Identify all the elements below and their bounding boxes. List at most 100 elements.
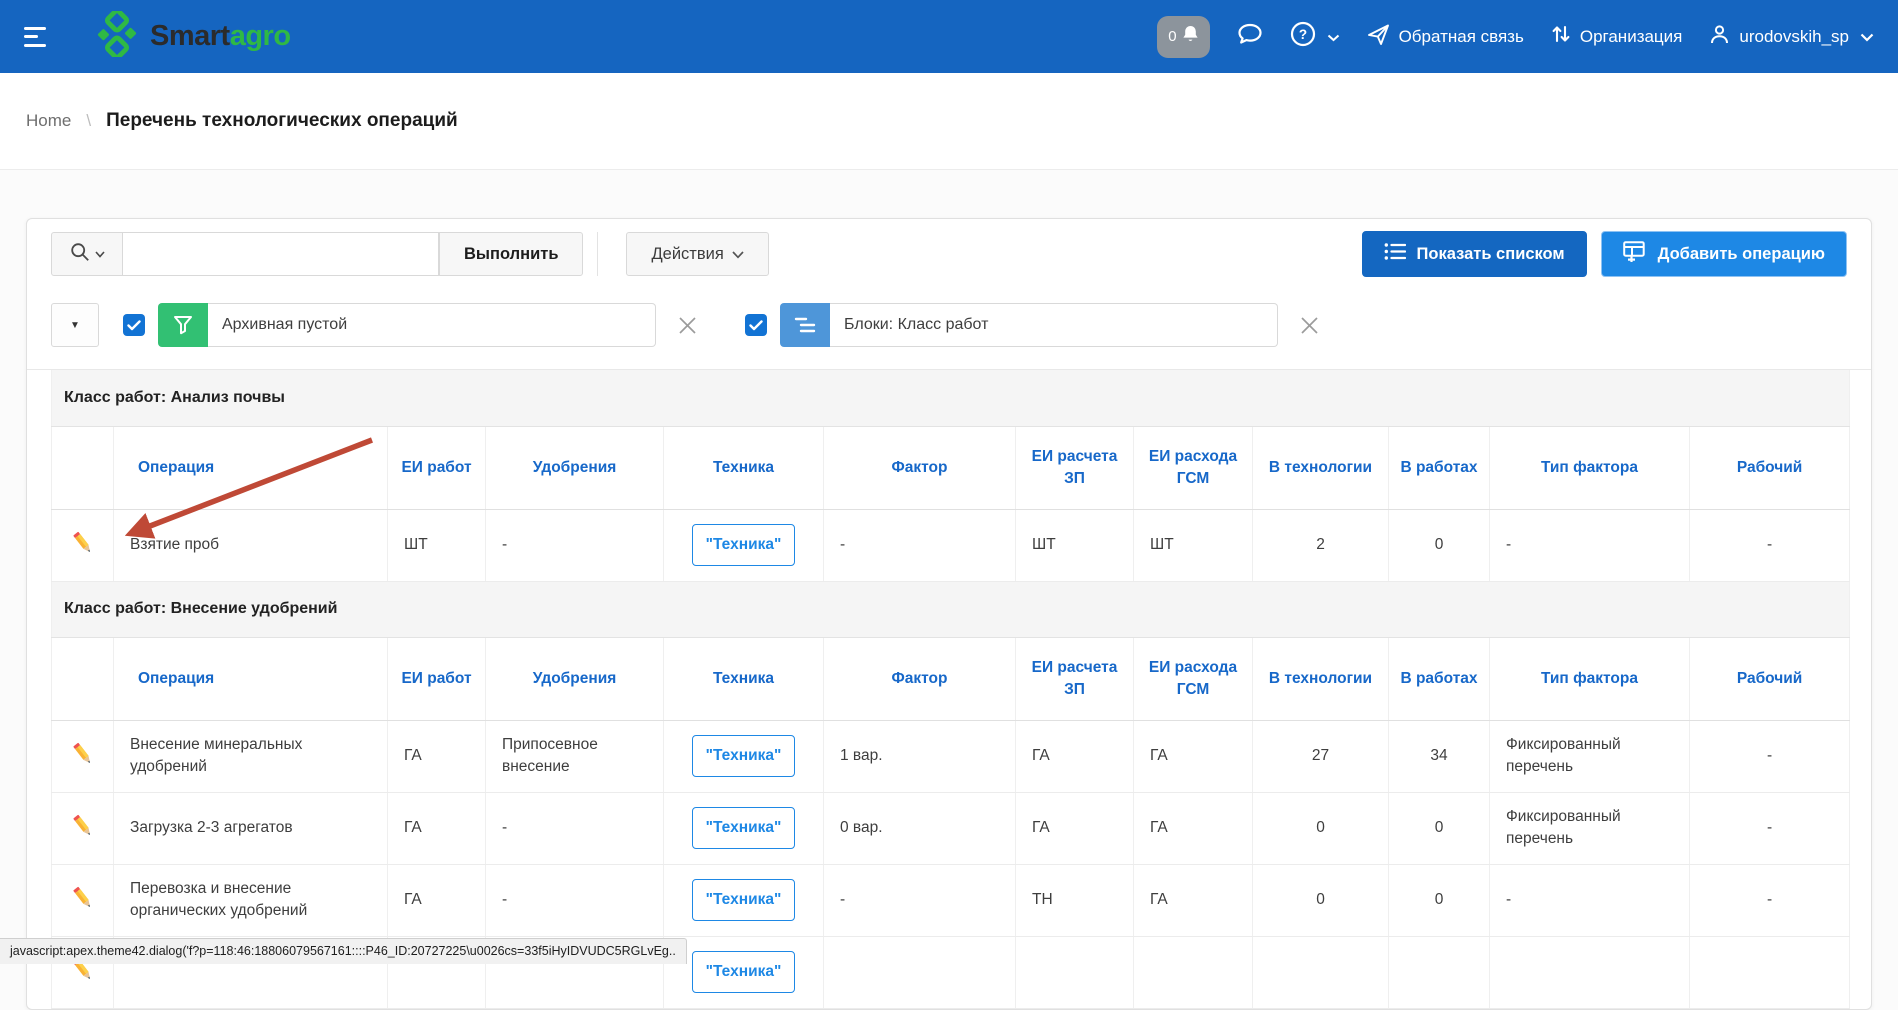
group-title: Класс работ: Анализ почвы	[52, 370, 1850, 426]
user-menu[interactable]: urodovskih_sp	[1709, 24, 1874, 50]
organization-label: Организация	[1580, 27, 1683, 47]
column-header[interactable]: Удобрения	[486, 637, 664, 720]
svg-text:?: ?	[1298, 27, 1306, 42]
paper-plane-icon	[1367, 23, 1390, 51]
toolbar: Выполнить Действия Показать списком Доба…	[51, 231, 1847, 277]
breadcrumb-home[interactable]: Home	[26, 111, 71, 131]
cell: ГА	[1134, 792, 1253, 864]
group-title: Класс работ: Внесение удобрений	[52, 581, 1850, 637]
show-list-button[interactable]: Показать списком	[1362, 231, 1587, 277]
search-options-button[interactable]	[51, 232, 123, 276]
column-header[interactable]: ЕИ расхода ГСМ	[1134, 426, 1253, 509]
column-header[interactable]: ЕИ расчета ЗП	[1016, 637, 1134, 720]
edit-row-button[interactable]	[66, 737, 100, 771]
column-header[interactable]: Рабочий	[1690, 426, 1850, 509]
cell: -	[1690, 792, 1850, 864]
cell: ШТ	[1134, 509, 1253, 581]
table-add-icon	[1623, 241, 1647, 267]
filter-label[interactable]: Блоки: Класс работ	[830, 303, 1278, 347]
cell: 0 вар.	[824, 792, 1016, 864]
cell: 27	[1253, 720, 1389, 792]
help-icon: ?	[1290, 21, 1316, 52]
column-header[interactable]: Удобрения	[486, 426, 664, 509]
table-row: Перевозка и внесение органических удобре…	[52, 864, 1850, 936]
page-title: Перечень технологических операций	[106, 110, 458, 132]
column-header[interactable]: Техника	[664, 426, 824, 509]
column-header[interactable]: В работах	[1389, 637, 1490, 720]
filter-label[interactable]: Архивная пустой	[208, 303, 656, 347]
column-header[interactable]: В технологии	[1253, 426, 1389, 509]
cell: -	[824, 864, 1016, 936]
filter-archive: Архивная пустой	[123, 303, 699, 347]
organization-button[interactable]: Организация	[1551, 23, 1683, 50]
execute-button[interactable]: Выполнить	[439, 232, 583, 276]
list-icon	[1384, 242, 1406, 266]
column-header[interactable]: ЕИ расчета ЗП	[1016, 426, 1134, 509]
control-break-icon	[780, 303, 830, 347]
toolbar-divider	[597, 232, 598, 276]
column-header[interactable]: Рабочий	[1690, 637, 1850, 720]
menu-icon[interactable]	[24, 25, 54, 49]
column-header[interactable]: В работах	[1389, 426, 1490, 509]
filter-checkbox[interactable]	[745, 314, 767, 336]
swap-arrows-icon	[1551, 23, 1571, 50]
cell: Внесение минеральных удобрений	[114, 720, 388, 792]
cell: -	[486, 509, 664, 581]
actions-button[interactable]: Действия	[626, 232, 768, 276]
filter-checkbox[interactable]	[123, 314, 145, 336]
cell: -	[1690, 864, 1850, 936]
edit-row-button[interactable]	[66, 809, 100, 843]
report-region: Выполнить Действия Показать списком Доба…	[26, 218, 1872, 1010]
column-header[interactable]: В технологии	[1253, 637, 1389, 720]
table-row: Внесение минеральных удобренийГАПрипосев…	[52, 720, 1850, 792]
cell: 34	[1389, 720, 1490, 792]
column-header[interactable]: Фактор	[824, 426, 1016, 509]
cell: 0	[1253, 792, 1389, 864]
column-header[interactable]: Техника	[664, 637, 824, 720]
column-header[interactable]: ЕИ работ	[388, 426, 486, 509]
breadcrumb-separator: \	[86, 111, 91, 131]
help-menu[interactable]: ?	[1290, 21, 1340, 52]
search-icon	[70, 242, 90, 267]
remove-filter-button[interactable]	[1298, 314, 1321, 337]
cell	[824, 936, 1016, 1008]
column-header[interactable]: Тип фактора	[1490, 426, 1690, 509]
column-header[interactable]: ЕИ расхода ГСМ	[1134, 637, 1253, 720]
add-operation-button[interactable]: Добавить операцию	[1601, 231, 1847, 277]
column-header[interactable]: Операция	[114, 637, 388, 720]
filter-icon	[158, 303, 208, 347]
column-header[interactable]: ЕИ работ	[388, 637, 486, 720]
cell: 0	[1389, 792, 1490, 864]
feedback-button[interactable]: Обратная связь	[1367, 23, 1524, 51]
cell: -	[486, 792, 664, 864]
column-header[interactable]: Тип фактора	[1490, 637, 1690, 720]
report: Класс работ: Анализ почвыОперацияЕИ рабо…	[27, 369, 1871, 1009]
notifications-button[interactable]: 0	[1157, 16, 1209, 58]
column-header[interactable]: Фактор	[824, 637, 1016, 720]
filter-control-break: Блоки: Класс работ	[745, 303, 1321, 347]
notification-count: 0	[1168, 28, 1176, 45]
cell: "Техника"	[664, 720, 824, 792]
cell	[1389, 936, 1490, 1008]
edit-row-button[interactable]	[66, 526, 100, 560]
edit-row-button[interactable]	[66, 881, 100, 915]
chevron-down-icon	[95, 245, 105, 263]
tech-button[interactable]: "Техника"	[692, 807, 796, 849]
search-input[interactable]	[123, 232, 439, 276]
filters-dropdown-button[interactable]: ▼	[51, 303, 99, 347]
column-header[interactable]: Операция	[114, 426, 388, 509]
tech-button[interactable]: "Техника"	[692, 951, 796, 993]
tech-button[interactable]: "Техника"	[692, 524, 796, 566]
cell	[1690, 936, 1850, 1008]
logo[interactable]: Smartagro	[94, 11, 291, 62]
tech-button[interactable]: "Техника"	[692, 879, 796, 921]
chat-button[interactable]	[1237, 22, 1263, 51]
tech-button[interactable]: "Техника"	[692, 735, 796, 777]
cell: Фиксированный перечень	[1490, 720, 1690, 792]
cell: ШТ	[1016, 509, 1134, 581]
table-row: Загрузка 2-3 агрегатовГА-"Техника"0 вар.…	[52, 792, 1850, 864]
chevron-down-icon	[732, 245, 744, 264]
edit-column-header	[52, 426, 114, 509]
logo-icon	[94, 11, 140, 62]
remove-filter-button[interactable]	[676, 314, 699, 337]
